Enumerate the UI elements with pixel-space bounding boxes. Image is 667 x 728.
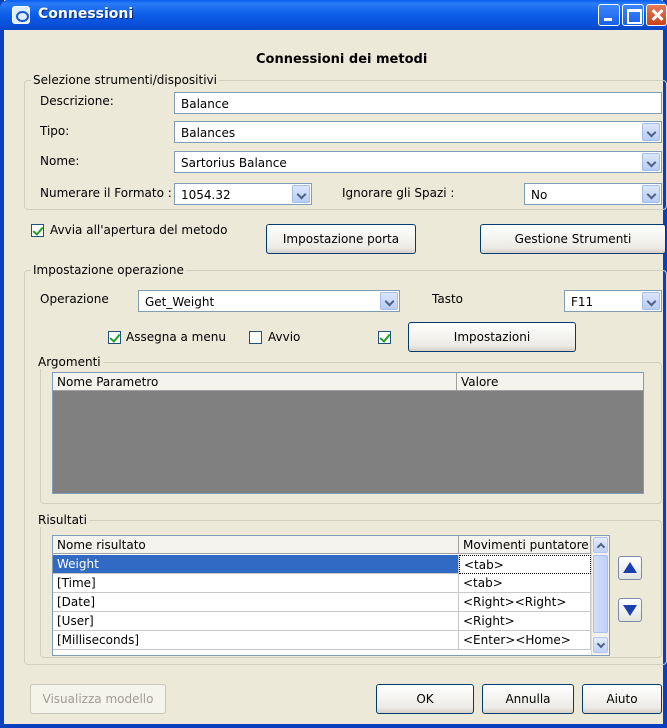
result-name: [Milliseconds]: [53, 631, 459, 650]
tasto-select[interactable]: F11: [564, 290, 662, 312]
operation-legend: Impostazione operazione: [31, 263, 186, 277]
aiuto-button[interactable]: Aiuto: [582, 684, 662, 714]
tipo-select[interactable]: Balances: [174, 121, 662, 143]
column-header-nome-risultato[interactable]: Nome risultato: [53, 536, 459, 554]
window-title: Connessioni: [38, 6, 134, 22]
arguments-table[interactable]: Nome Parametro Valore: [52, 372, 644, 494]
devices-legend: Selezione strumenti/dispositivi: [31, 73, 219, 87]
tipo-select-value: Balances: [181, 126, 236, 140]
spazi-select-value: No: [531, 188, 548, 202]
move-down-button[interactable]: [618, 598, 642, 622]
scroll-up-icon[interactable]: [593, 537, 608, 553]
result-move[interactable]: <tab>: [459, 555, 591, 574]
formato-select[interactable]: 1054.32: [174, 183, 312, 205]
result-name: Weight: [53, 555, 459, 574]
tasto-select-value: F11: [571, 295, 594, 309]
dialog-heading: Connessioni dei metodi: [256, 52, 428, 67]
chevron-down-icon[interactable]: [380, 292, 398, 310]
results-legend: Risultati: [36, 513, 89, 527]
impostazioni-button[interactable]: Impostazioni: [408, 322, 576, 352]
avvia-checkbox[interactable]: [31, 224, 44, 237]
impostazione-porta-button[interactable]: Impostazione porta: [266, 224, 416, 254]
spazi-label: Ignorare gli Spazi :: [342, 186, 455, 200]
result-name: [Date]: [53, 593, 459, 612]
column-header-movimenti-puntatore[interactable]: Movimenti puntatore: [459, 536, 591, 554]
assegna-menu-checkbox[interactable]: [108, 331, 121, 344]
result-name: [User]: [53, 612, 459, 631]
column-header-valore[interactable]: Valore: [457, 373, 643, 391]
result-move[interactable]: <tab>: [459, 574, 591, 593]
results-table[interactable]: Nome risultato Movimenti puntatore Weigh…: [52, 535, 610, 656]
chevron-down-icon[interactable]: [642, 153, 660, 171]
result-move[interactable]: <Enter><Home>: [459, 631, 591, 650]
annulla-button[interactable]: Annulla: [482, 684, 574, 714]
chevron-down-icon[interactable]: [642, 292, 660, 310]
formato-select-value: 1054.32: [181, 188, 231, 202]
assegna-menu-label: Assegna a menu: [126, 330, 226, 344]
extra-checkbox[interactable]: [378, 331, 391, 344]
chevron-down-icon[interactable]: [642, 123, 660, 141]
app-icon: [12, 6, 30, 24]
descrizione-field[interactable]: Balance: [174, 92, 662, 114]
minimize-button[interactable]: [598, 4, 620, 26]
arguments-table-header: Nome Parametro Valore: [53, 373, 643, 391]
scroll-thumb[interactable]: [593, 555, 608, 633]
result-move[interactable]: <Right><Right>: [459, 593, 591, 612]
gestione-strumenti-button[interactable]: Gestione Strumenti: [480, 224, 666, 254]
chevron-down-icon[interactable]: [642, 185, 660, 203]
column-header-nome-parametro[interactable]: Nome Parametro: [53, 373, 457, 391]
scroll-down-icon[interactable]: [593, 637, 608, 653]
tipo-label: Tipo:: [40, 124, 70, 138]
visualizza-modello-button[interactable]: Visualizza modello: [30, 684, 166, 714]
arguments-legend: Argomenti: [36, 355, 103, 369]
nome-select[interactable]: Sartorius Balance: [174, 151, 662, 173]
connessioni-window: Connessioni Connessioni dei metodi Selez…: [0, 0, 667, 728]
tasto-label: Tasto: [432, 292, 463, 306]
formato-label: Numerare il Formato :: [40, 186, 172, 200]
nome-select-value: Sartorius Balance: [181, 156, 287, 170]
move-up-button[interactable]: [618, 556, 642, 580]
chevron-down-icon[interactable]: [292, 185, 310, 203]
close-button[interactable]: [646, 4, 667, 26]
arrow-up-icon: [623, 562, 637, 573]
spazi-select[interactable]: No: [524, 183, 662, 205]
result-move[interactable]: <Right>: [459, 612, 591, 631]
arrow-down-icon: [623, 605, 637, 616]
descrizione-label: Descrizione:: [40, 94, 114, 108]
maximize-button[interactable]: [622, 4, 644, 26]
results-scrollbar[interactable]: [591, 536, 609, 655]
operazione-select[interactable]: Get_Weight: [138, 290, 400, 312]
nome-label: Nome:: [40, 154, 80, 168]
ok-button[interactable]: OK: [376, 684, 474, 714]
avvio-checkbox[interactable]: [249, 331, 262, 344]
operazione-select-value: Get_Weight: [145, 295, 215, 309]
title-bar[interactable]: Connessioni: [0, 0, 667, 30]
avvio-label: Avvio: [268, 330, 301, 344]
results-table-header: Nome risultato Movimenti puntatore: [53, 536, 591, 554]
avvia-label: Avvia all'apertura del metodo: [50, 223, 228, 237]
result-name: [Time]: [53, 574, 459, 593]
operazione-label: Operazione: [40, 292, 109, 306]
